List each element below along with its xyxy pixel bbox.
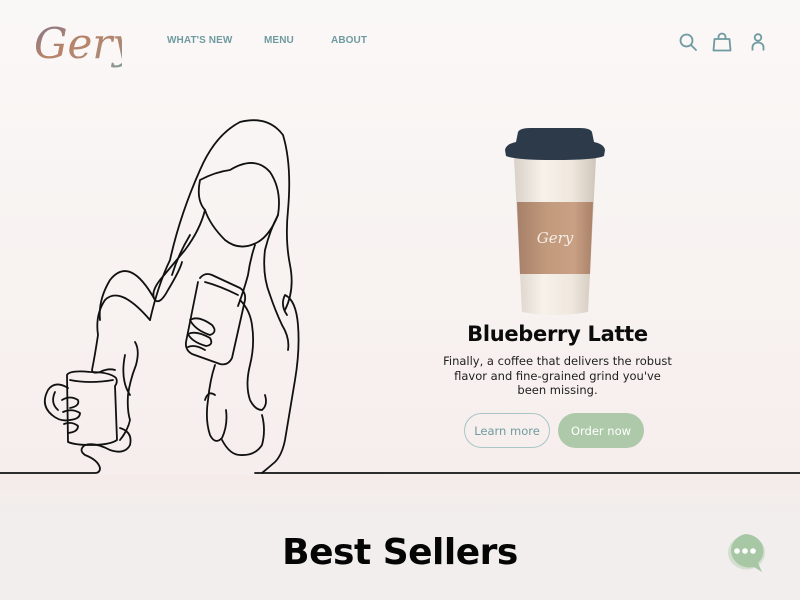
nav-about[interactable]: ABOUT	[331, 35, 367, 46]
woman-with-coffee-illustration	[0, 119, 800, 474]
order-now-button[interactable]: Order now	[558, 413, 644, 448]
user-icon[interactable]	[746, 30, 770, 54]
search-icon[interactable]	[676, 30, 700, 54]
product-title: Blueberry Latte	[467, 322, 648, 346]
learn-more-button[interactable]: Learn more	[464, 413, 550, 448]
cup-logo: Gery	[537, 229, 574, 247]
chat-bubble-icon	[728, 534, 765, 572]
nav-menu[interactable]: MENU	[264, 35, 294, 46]
product-description: Finally, a coffee that delivers the robu…	[443, 354, 672, 397]
brand-logo[interactable]: Gery	[32, 8, 122, 82]
coffee-cup-image: Gery	[505, 128, 605, 315]
logo-text: Gery	[34, 19, 122, 68]
nav-whats-new[interactable]: WHAT'S NEW	[167, 35, 232, 46]
featured-product: Blueberry Latte Finally, a coffee that d…	[430, 322, 685, 398]
cup-lid	[505, 128, 605, 160]
shopping-bag-icon[interactable]	[710, 30, 734, 54]
best-sellers-heading: Best Sellers	[282, 532, 518, 573]
chat-button[interactable]	[724, 532, 768, 574]
